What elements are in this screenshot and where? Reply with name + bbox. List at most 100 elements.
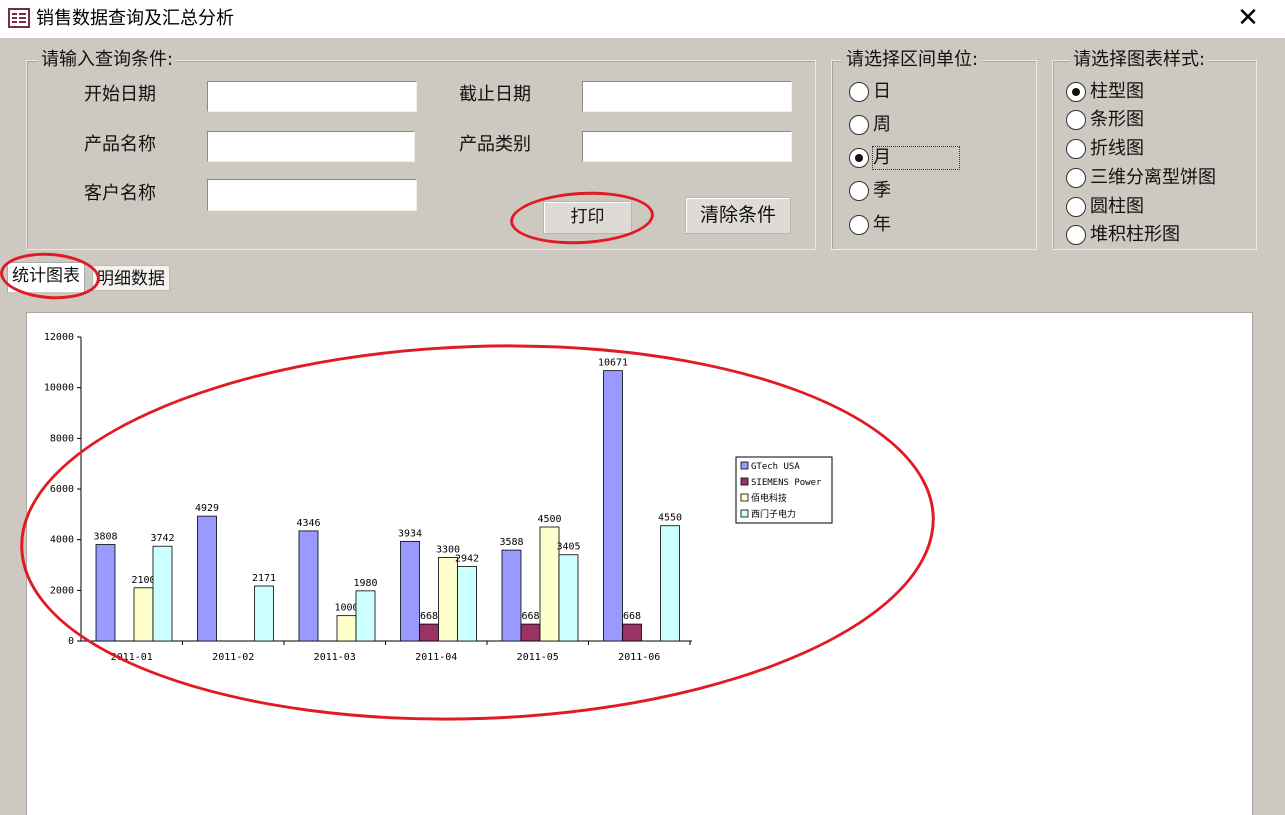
bar xyxy=(197,515,217,642)
y-tick-label: 8000 xyxy=(50,433,74,444)
interval-option-month[interactable]: 月 xyxy=(849,145,960,171)
product-name-input[interactable] xyxy=(207,131,415,162)
title-bar: 销售数据查询及汇总分析 ✕ xyxy=(0,0,1285,38)
interval-option-year[interactable]: 年 xyxy=(849,212,891,238)
x-tick-label: 2011-04 xyxy=(415,652,457,663)
interval-option-quarter[interactable]: 季 xyxy=(849,178,891,204)
radio-checked-icon xyxy=(1066,82,1086,102)
data-label: 10671 xyxy=(598,358,628,369)
product-category-input[interactable] xyxy=(582,131,792,162)
start-date-label: 开始日期 xyxy=(84,84,156,105)
bar xyxy=(355,590,376,642)
interval-option-week[interactable]: 周 xyxy=(849,112,891,138)
data-label: 2100 xyxy=(131,575,155,586)
chart-style-option-stacked[interactable]: 堆积柱形图 xyxy=(1066,222,1180,248)
bar xyxy=(622,623,642,642)
y-tick-label: 0 xyxy=(68,636,74,647)
data-label: 1980 xyxy=(353,578,377,589)
bar xyxy=(400,540,420,642)
data-label: 2942 xyxy=(455,553,479,564)
form-icon xyxy=(8,8,30,28)
x-tick-label: 2011-02 xyxy=(212,652,254,663)
chart-style-option-label: 柱型图 xyxy=(1090,81,1144,102)
chart-style-option-label: 三维分离型饼图 xyxy=(1090,167,1216,188)
radio-icon xyxy=(1066,110,1086,130)
data-label: 668 xyxy=(521,611,539,622)
window-title: 销售数据查询及汇总分析 xyxy=(36,8,234,29)
legend-swatch xyxy=(740,477,749,486)
interval-option-label: 年 xyxy=(873,214,891,235)
interval-option-label: 日 xyxy=(873,81,891,102)
data-label: 4346 xyxy=(296,518,320,529)
radio-icon xyxy=(1066,225,1086,245)
x-tick-label: 2011-06 xyxy=(618,652,660,663)
print-button[interactable]: 打印 xyxy=(543,201,632,234)
radio-icon xyxy=(1066,197,1086,217)
end-date-input[interactable] xyxy=(582,81,792,112)
interval-option-label: 月 xyxy=(872,146,960,170)
data-label: 2171 xyxy=(252,573,276,584)
chart-style-option-label: 折线图 xyxy=(1090,138,1144,159)
radio-icon xyxy=(1066,168,1086,188)
data-label: 668 xyxy=(420,611,438,622)
start-date-input[interactable] xyxy=(207,81,417,112)
data-label: 1000 xyxy=(334,603,358,614)
clear-conditions-button[interactable]: 清除条件 xyxy=(685,197,791,234)
radio-icon xyxy=(849,82,869,102)
data-label: 3405 xyxy=(556,542,580,553)
bar xyxy=(558,554,579,642)
chart-style-option-label: 圆柱图 xyxy=(1090,196,1144,217)
legend-label: SIEMENS Power xyxy=(751,478,822,488)
x-tick-label: 2011-03 xyxy=(314,652,356,663)
customer-name-label: 客户名称 xyxy=(84,183,156,204)
interval-option-day[interactable]: 日 xyxy=(849,79,891,105)
bar-chart: 0 2000 4000 6000 8000 10000 12000 2011-01 3808 21… xyxy=(44,332,833,663)
legend-label: 佰电科技 xyxy=(751,492,787,504)
chart-style-option-label: 条形图 xyxy=(1090,109,1144,130)
bar xyxy=(298,530,319,642)
data-label: 3742 xyxy=(150,533,174,544)
close-icon[interactable]: ✕ xyxy=(1228,0,1268,38)
bar xyxy=(254,585,274,642)
chart-panel: 0 2000 4000 6000 8000 10000 12000 2011-01 3808 21… xyxy=(26,312,1253,815)
x-tick-label: 2011-01 xyxy=(111,652,153,663)
chart-style-option-3d-pie[interactable]: 三维分离型饼图 xyxy=(1066,165,1216,191)
data-label: 3808 xyxy=(93,532,117,543)
legend-label: 西门子电力 xyxy=(751,508,796,520)
bar xyxy=(457,566,477,642)
bar xyxy=(419,623,439,642)
query-group-legend: 请输入查询条件: xyxy=(37,49,178,71)
bar xyxy=(660,525,680,642)
tab-statistics-chart[interactable]: 统计图表 xyxy=(7,262,85,292)
radio-icon xyxy=(849,115,869,135)
x-tick-label: 2011-05 xyxy=(517,652,559,663)
chart-style-option-cylinder[interactable]: 圆柱图 xyxy=(1066,194,1144,220)
interval-option-label: 季 xyxy=(873,180,891,201)
radio-icon xyxy=(849,181,869,201)
data-label: 4500 xyxy=(537,514,561,525)
legend-swatch xyxy=(740,509,749,518)
bar xyxy=(95,544,116,642)
legend-label: GTech USA xyxy=(751,462,800,472)
chart-style-option-column[interactable]: 柱型图 xyxy=(1066,79,1144,105)
customer-name-input[interactable] xyxy=(207,179,417,211)
data-label: 668 xyxy=(623,611,641,622)
radio-icon xyxy=(849,215,869,235)
radio-checked-icon xyxy=(849,148,869,168)
chart-style-group-legend: 请选择图表样式: xyxy=(1069,49,1210,71)
bar xyxy=(438,556,458,642)
chart-style-option-label: 堆积柱形图 xyxy=(1090,224,1180,245)
legend-swatch xyxy=(740,461,749,470)
y-tick-label: 4000 xyxy=(50,535,74,546)
data-label: 4550 xyxy=(658,513,682,524)
legend-swatch xyxy=(740,493,749,502)
bar xyxy=(152,545,173,642)
chart-style-option-line[interactable]: 折线图 xyxy=(1066,136,1144,162)
bar xyxy=(520,623,541,642)
bar xyxy=(603,370,623,642)
product-category-label: 产品类别 xyxy=(459,134,531,155)
tab-detail-data[interactable]: 明细数据 xyxy=(92,265,170,291)
chart-style-option-bar[interactable]: 条形图 xyxy=(1066,107,1144,133)
product-name-label: 产品名称 xyxy=(84,134,156,155)
radio-icon xyxy=(1066,139,1086,159)
